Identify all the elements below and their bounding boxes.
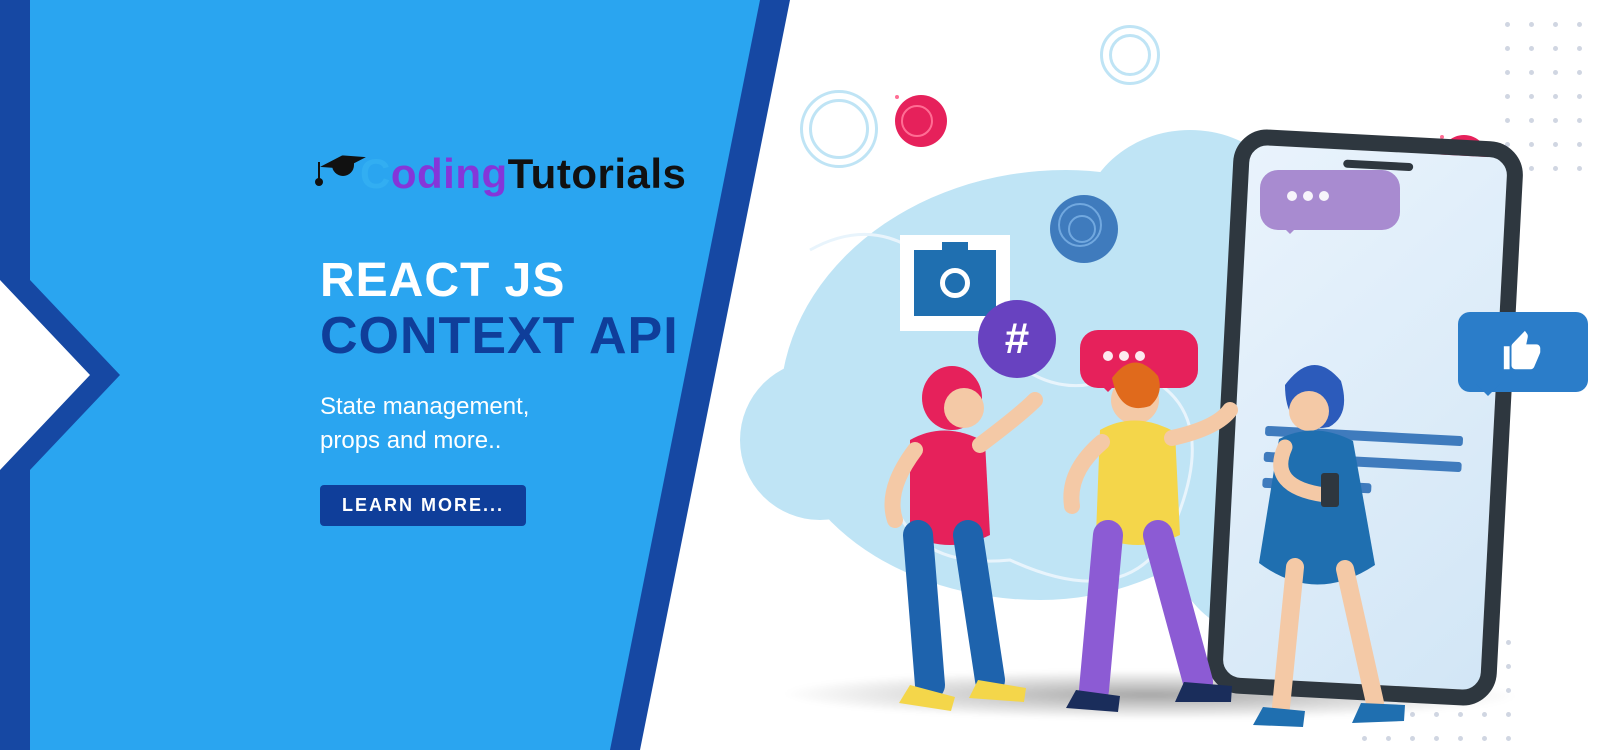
hero-banner: CodingTutorials REACT JS CONTEXT API Sta… [0, 0, 1600, 750]
swirl-decoration [800, 90, 878, 168]
logo-word-1: oding [391, 150, 508, 197]
logo-word-2: Tutorials [508, 150, 687, 197]
hero-content: CodingTutorials REACT JS CONTEXT API Sta… [320, 150, 686, 526]
learn-more-button[interactable]: LEARN MORE... [320, 485, 526, 526]
person-illustration-2 [1030, 350, 1250, 730]
planet-decoration [895, 95, 947, 147]
headline-line-1: REACT JS [320, 253, 686, 308]
planet-decoration [1050, 195, 1118, 263]
swirl-decoration [1100, 25, 1160, 85]
illustration: # [740, 40, 1600, 750]
person-illustration-3 [1225, 355, 1445, 745]
speech-bubble-icon [1260, 170, 1400, 230]
subtitle: State management, props and more.. [320, 390, 686, 457]
person-illustration-1 [840, 350, 1050, 720]
headline-line-2: CONTEXT API [320, 306, 686, 366]
brand-logo: CodingTutorials [320, 150, 686, 198]
subtitle-line-1: State management, [320, 390, 686, 424]
brand-wordmark: CodingTutorials [360, 150, 686, 198]
graduation-cap-icon [320, 150, 366, 184]
thumbs-up-icon [1458, 312, 1588, 392]
camera-icon [914, 250, 996, 316]
subtitle-line-2: props and more.. [320, 424, 686, 458]
